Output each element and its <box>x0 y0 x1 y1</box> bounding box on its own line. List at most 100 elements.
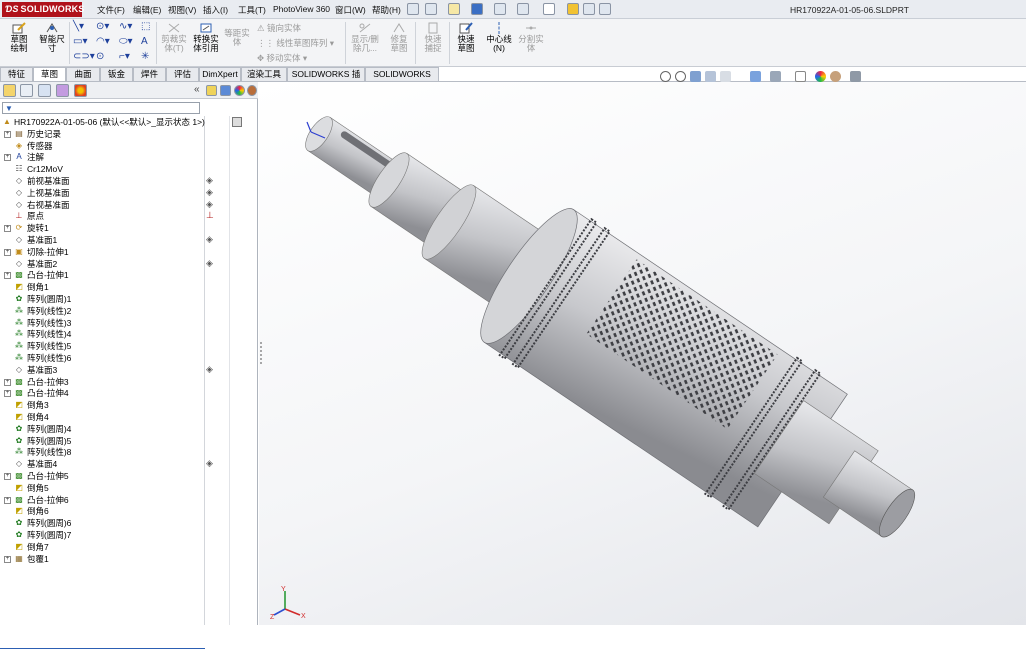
tree-item[interactable]: ⊥ 原点 <box>0 210 205 222</box>
tree-root[interactable]: ▲ HR170922A-01-05-06 (默认<<默认>_显示状态 1>) <box>0 116 205 128</box>
text-icon[interactable]: A <box>141 36 148 48</box>
line-icon[interactable]: ╲▾ <box>73 21 84 33</box>
tree-item[interactable]: + ⟳ 旋转1 <box>0 222 205 234</box>
tab-3[interactable]: 钣金 <box>100 67 133 81</box>
visibility-mark-icon[interactable]: ◈ <box>206 199 213 210</box>
fillet-icon[interactable]: ⌐▾ <box>119 51 130 63</box>
expand-icon[interactable]: + <box>4 390 11 398</box>
visibility-mark-icon[interactable]: ◈ <box>206 364 213 375</box>
tab-7[interactable]: 渲染工具 <box>241 67 287 81</box>
print-icon[interactable] <box>494 3 506 15</box>
appearance-icon[interactable] <box>234 85 245 96</box>
tree-item[interactable]: + ▩ 凸台-拉伸1 <box>0 269 205 281</box>
tree-item[interactable]: ✿ 阵列(圆周)4 <box>0 423 205 435</box>
tree-item[interactable]: ◇ 上视基准面 <box>0 187 205 199</box>
expand-icon[interactable]: + <box>4 272 11 280</box>
property-manager-tab-icon[interactable] <box>20 84 33 97</box>
construction-icon[interactable]: ⬚ <box>141 21 150 33</box>
rebuild-icon[interactable] <box>567 3 579 15</box>
spline-icon[interactable]: ∿▾ <box>119 21 132 33</box>
visibility-mark-icon[interactable]: ◈ <box>206 258 213 269</box>
feature-manager-tab-icon[interactable] <box>3 84 16 97</box>
hide-show-items-icon[interactable] <box>795 71 806 82</box>
visibility-mark-icon[interactable]: ⊥ <box>206 210 214 221</box>
previous-view-icon[interactable] <box>690 71 701 82</box>
zoom-to-area-icon[interactable] <box>675 71 686 82</box>
part-icon[interactable] <box>206 85 217 96</box>
tree-item[interactable]: ⁂ 阵列(线性)8 <box>0 446 205 458</box>
tab-5[interactable]: 评估 <box>166 67 199 81</box>
visibility-mark-icon[interactable]: ◈ <box>206 187 213 198</box>
display-manager-tab-icon[interactable] <box>74 84 87 97</box>
expand-icon[interactable]: + <box>4 473 11 480</box>
menu-item[interactable]: 文件(F) <box>97 4 125 16</box>
tree-filter-input[interactable]: ▼ <box>2 102 200 114</box>
menu-item[interactable]: 窗口(W) <box>335 4 366 16</box>
tree-item[interactable]: ⁂ 阵列(线性)4 <box>0 328 205 340</box>
move-entities-button[interactable]: ✥ 移动实体 ▾ <box>257 52 307 64</box>
tab-9[interactable]: SOLIDWORKS MBD <box>365 67 439 92</box>
repair-sketch-button[interactable]: 修复草图 <box>385 22 413 53</box>
open-folder-icon[interactable] <box>448 3 460 15</box>
save-icon[interactable] <box>471 3 483 15</box>
menu-item[interactable]: 工具(T) <box>238 4 266 16</box>
tree-item[interactable]: + ▩ 凸台-拉伸5 <box>0 470 205 482</box>
tab-8[interactable]: SOLIDWORKS 插件 <box>287 67 365 92</box>
edit-appearance-icon[interactable] <box>815 71 826 82</box>
sketch-button[interactable]: 草图绘制 <box>4 22 34 53</box>
tree-item[interactable]: ⁂ 阵列(线性)2 <box>0 305 205 317</box>
dimxpert-manager-tab-icon[interactable] <box>56 84 69 97</box>
menu-item[interactable]: 插入(I) <box>203 4 228 16</box>
visibility-mark-icon[interactable]: ◈ <box>206 458 213 469</box>
tree-item[interactable]: ◩ 倒角7 <box>0 541 205 553</box>
linear-pattern-button[interactable]: ⋮⋮ 线性草图阵列 ▾ <box>257 37 334 49</box>
tab-6[interactable]: DimXpert <box>199 67 241 81</box>
convert-entities-button[interactable]: 转换实体引用 <box>191 22 221 53</box>
tree-item[interactable]: ☷ Cr12MoV <box>0 163 205 175</box>
zoom-to-fit-icon[interactable] <box>660 71 671 82</box>
split-entities-button[interactable]: 分割实体 <box>516 22 546 53</box>
tree-item[interactable]: + ▣ 切除-拉伸1 <box>0 246 205 258</box>
tree-item[interactable]: + ▦ 包覆1 <box>0 553 205 565</box>
tree-item[interactable]: ⁂ 阵列(线性)3 <box>0 317 205 329</box>
tree-item[interactable]: + ▩ 凸台-拉伸6 <box>0 494 205 506</box>
tree-item[interactable]: ◩ 倒角1 <box>0 281 205 293</box>
new-document-icon[interactable] <box>425 3 437 15</box>
apply-scene-icon[interactable] <box>830 71 841 82</box>
tree-item[interactable]: ◇ 右视基准面 <box>0 199 205 211</box>
display-style-icon[interactable] <box>770 71 781 82</box>
menu-item[interactable]: 帮助(H) <box>372 4 401 16</box>
menu-item[interactable]: PhotoView 360 <box>273 4 330 14</box>
smart-dimension-button[interactable]: 智能尺寸 <box>37 22 67 53</box>
tree-item[interactable]: ◩ 倒角5 <box>0 482 205 494</box>
expand-icon[interactable]: + <box>4 225 11 233</box>
view-cube-icon[interactable] <box>220 85 231 96</box>
tree-item[interactable]: ◇ 基准面1 <box>0 234 205 246</box>
quick-snaps-button[interactable]: 快速捕捉 <box>419 22 447 53</box>
display-delete-relations-button[interactable]: 显示/删除几... <box>349 22 381 53</box>
circle-icon[interactable]: ⊙▾ <box>96 21 109 33</box>
menu-item[interactable]: 视图(V) <box>168 4 196 16</box>
tree-item[interactable]: ⁂ 阵列(线性)6 <box>0 352 205 364</box>
arc-icon[interactable]: ◠▾ <box>96 36 110 48</box>
view-settings-icon[interactable] <box>850 71 861 82</box>
tab-2[interactable]: 曲面 <box>66 67 100 81</box>
rapid-sketch-button[interactable]: 快速草图 <box>452 22 480 53</box>
visibility-mark-icon[interactable]: ◈ <box>206 234 213 245</box>
undo-icon[interactable] <box>517 3 529 15</box>
tree-item[interactable]: ✿ 阵列(圆周)6 <box>0 517 205 529</box>
mirror-button[interactable]: ⚠ 镜向实体 <box>257 22 301 34</box>
select-pointer-icon[interactable] <box>543 3 555 15</box>
tree-item[interactable]: ✿ 阵列(圆周)1 <box>0 293 205 305</box>
expand-icon[interactable]: + <box>4 154 11 162</box>
tree-item[interactable]: ◩ 倒角4 <box>0 411 205 423</box>
expand-icon[interactable]: + <box>4 496 11 504</box>
tree-item[interactable]: ◇ 前视基准面 <box>0 175 205 187</box>
menu-item[interactable]: 编辑(E) <box>133 4 161 16</box>
panel-splitter[interactable] <box>258 340 264 366</box>
tree-item[interactable]: + ▩ 凸台-拉伸3 <box>0 376 205 388</box>
expand-icon[interactable]: + <box>4 248 11 256</box>
options-icon[interactable] <box>599 3 611 15</box>
tree-item[interactable]: ◈ 传感器 <box>0 140 205 152</box>
tree-item[interactable]: + ▩ 凸台-拉伸4 <box>0 387 205 399</box>
